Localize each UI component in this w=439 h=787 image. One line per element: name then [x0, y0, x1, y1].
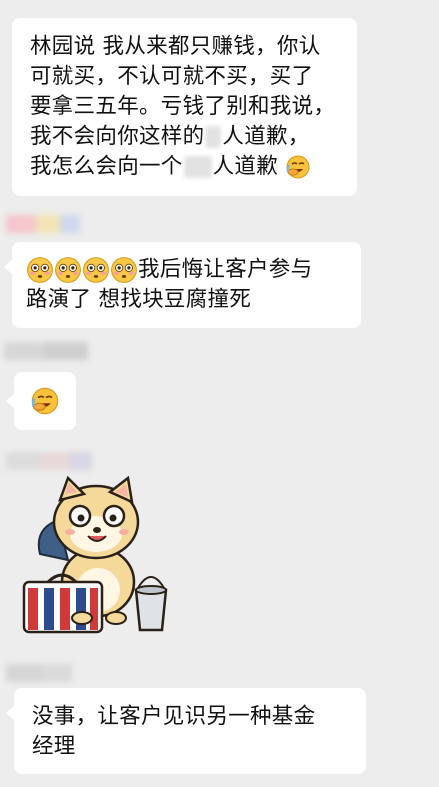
facepalm-laugh-icon: [286, 155, 310, 179]
shiba-dog-with-luggage-sticker[interactable]: [18, 472, 178, 642]
flushed-face-icon: [27, 257, 53, 283]
sender-name-blurred: [6, 664, 72, 682]
sender-name-blurred: [4, 342, 88, 360]
flushed-emoji-row: [26, 257, 138, 283]
message-1-line-4: 我不会向你这样的 人道歉，: [30, 122, 357, 152]
message-5-line-2: 经理: [32, 734, 76, 759]
flushed-face-icon: [55, 257, 81, 283]
message-5-line-1: 没事，让客户见识另一种基金: [32, 704, 316, 729]
message-1-line-4-part-a: 我不会向你这样的: [30, 124, 205, 149]
message-1-line-3: 要拿三五年。亏钱了别和我说，: [30, 94, 336, 119]
flushed-face-icon: [111, 257, 137, 283]
facepalm-laugh-icon: [31, 387, 59, 415]
bubble-tail: [4, 260, 12, 274]
message-2-line-1: 我后悔让客户参与: [26, 255, 361, 285]
sender-name-blurred: [6, 215, 80, 233]
bubble-tail: [6, 394, 14, 408]
message-bubble-2[interactable]: 我后悔让客户参与 路演了 想找块豆腐撞死: [4, 242, 361, 328]
flushed-face-icon: [83, 257, 109, 283]
message-bubble-1[interactable]: 林园说 我从来都只赚钱，你认 可就买，不认可就不买，买了 要拿三五年。亏钱了别和…: [12, 18, 357, 196]
message-1-line-2: 可就买，不认可就不买，买了: [30, 64, 314, 89]
message-bubble-5[interactable]: 没事，让客户见识另一种基金 经理: [6, 688, 366, 774]
message-1-line-5-part-b: 人道歉: [212, 154, 279, 179]
bubble-tail: [6, 706, 14, 720]
message-1-line-1: 林园说 我从来都只赚钱，你认: [30, 34, 321, 59]
sender-name-blurred: [6, 452, 92, 470]
message-1-line-5-part-a: 我怎么会向一个: [30, 154, 183, 179]
message-1-line-4-part-b: 人道歉，: [222, 124, 310, 149]
message-1-line-5: 我怎么会向一个 人道歉: [30, 152, 357, 182]
message-2-line-2: 路演了 想找块豆腐撞死: [26, 287, 252, 312]
redacted-word: [205, 126, 222, 148]
redacted-word: [183, 156, 212, 178]
message-bubble-3[interactable]: [6, 372, 76, 430]
message-2-line-1-text: 我后悔让客户参与: [138, 257, 313, 282]
